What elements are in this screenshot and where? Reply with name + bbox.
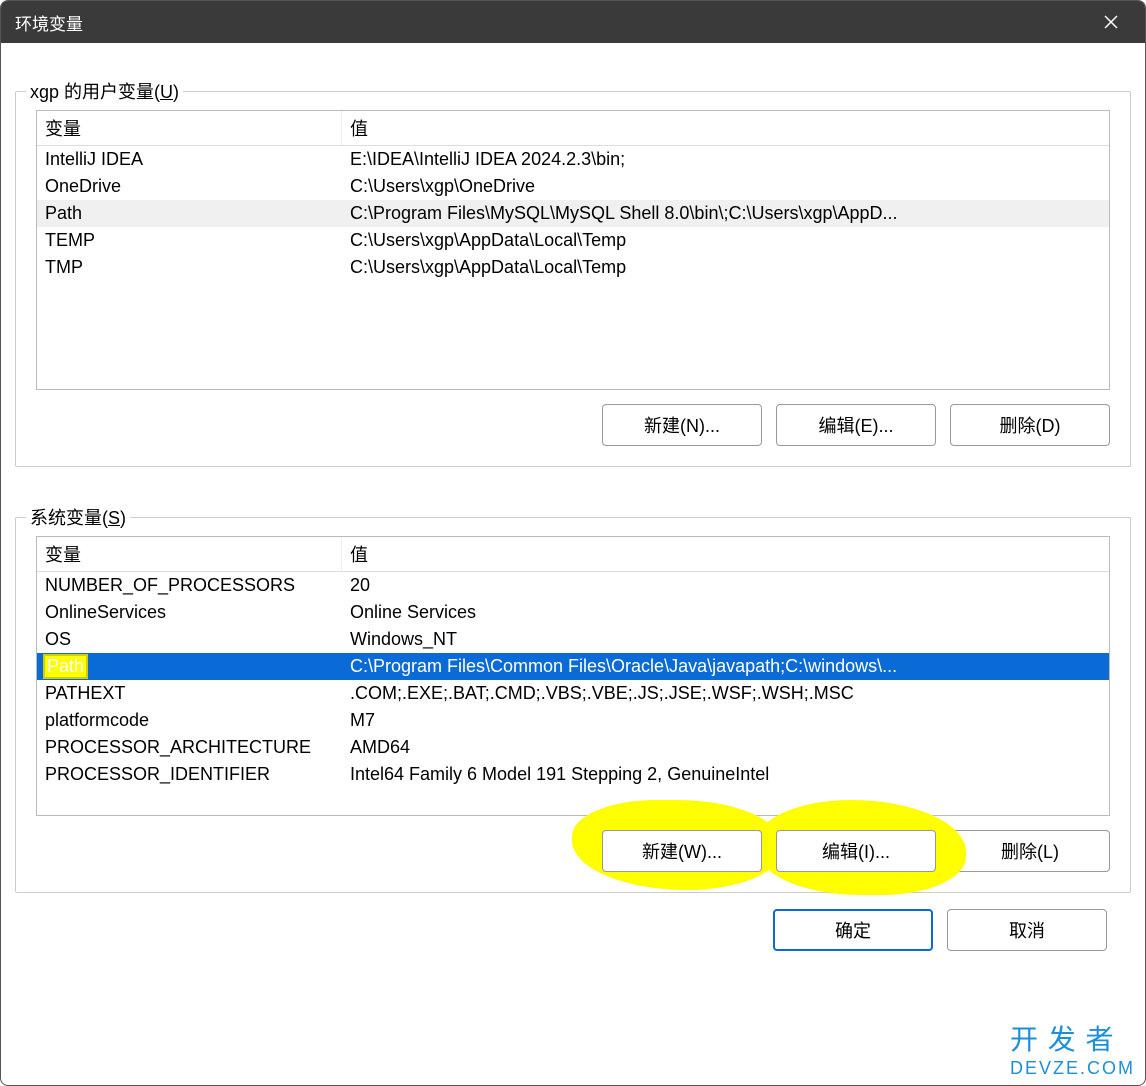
var-value: C:\Program Files\Common Files\Oracle\Jav…: [342, 653, 1109, 680]
table-row[interactable]: OneDriveC:\Users\xgp\OneDrive: [37, 173, 1109, 200]
var-value: C:\Users\xgp\AppData\Local\Temp: [342, 254, 1109, 281]
sys-edit-button[interactable]: 编辑(I)...: [776, 830, 936, 872]
var-value: C:\Program Files\MySQL\MySQL Shell 8.0\b…: [342, 200, 1109, 227]
table-row[interactable]: PROCESSOR_ARCHITECTUREAMD64: [37, 734, 1109, 761]
col-value[interactable]: 值: [342, 111, 1109, 145]
close-icon: [1104, 15, 1118, 29]
table-row[interactable]: IntelliJ IDEAE:\IDEA\IntelliJ IDEA 2024.…: [37, 146, 1109, 173]
var-name: OS: [37, 626, 342, 653]
var-value: E:\IDEA\IntelliJ IDEA 2024.2.3\bin;: [342, 146, 1109, 173]
sys-new-button[interactable]: 新建(W)...: [602, 830, 762, 872]
var-value: Online Services: [342, 599, 1109, 626]
table-row[interactable]: TMPC:\Users\xgp\AppData\Local\Temp: [37, 254, 1109, 281]
user-group-legend: xgp 的用户变量(U): [26, 78, 183, 104]
system-variables-group: 系统变量(S) 变量 值 NUMBER_OF_PROCESSORS20Onlin…: [15, 517, 1131, 893]
user-buttons: 新建(N)... 编辑(E)... 删除(D): [36, 404, 1110, 446]
sys-group-legend: 系统变量(S): [26, 504, 130, 530]
var-name: PATHEXT: [37, 680, 342, 707]
var-name: PROCESSOR_ARCHITECTURE: [37, 734, 342, 761]
system-variables-list[interactable]: 变量 值 NUMBER_OF_PROCESSORS20OnlineService…: [36, 536, 1110, 816]
sys-buttons: 新建(W)... 编辑(I)... 删除(L): [36, 830, 1110, 872]
list-header: 变量 值: [37, 537, 1109, 572]
close-button[interactable]: [1091, 1, 1131, 43]
var-name: OneDrive: [37, 173, 342, 200]
var-name: OnlineServices: [37, 599, 342, 626]
user-new-button[interactable]: 新建(N)...: [602, 404, 762, 446]
user-variables-group: xgp 的用户变量(U) 变量 值 IntelliJ IDEAE:\IDEA\I…: [15, 91, 1131, 467]
dialog-buttons: 确定 取消: [15, 899, 1131, 955]
watermark: 开 发 者 DEVZE.COM: [1010, 1018, 1135, 1079]
var-name: IntelliJ IDEA: [37, 146, 342, 173]
var-value: C:\Users\xgp\OneDrive: [342, 173, 1109, 200]
col-value[interactable]: 值: [342, 537, 1109, 571]
var-name: Path: [37, 200, 342, 227]
var-name: platformcode: [37, 707, 342, 734]
var-value: AMD64: [342, 734, 1109, 761]
table-row[interactable]: PathC:\Program Files\MySQL\MySQL Shell 8…: [37, 200, 1109, 227]
table-row[interactable]: PATHEXT.COM;.EXE;.BAT;.CMD;.VBS;.VBE;.JS…: [37, 680, 1109, 707]
var-value: Windows_NT: [342, 626, 1109, 653]
var-name: TEMP: [37, 227, 342, 254]
table-row[interactable]: TEMPC:\Users\xgp\AppData\Local\Temp: [37, 227, 1109, 254]
var-value: Intel64 Family 6 Model 191 Stepping 2, G…: [342, 761, 1109, 788]
table-row[interactable]: NUMBER_OF_PROCESSORS20: [37, 572, 1109, 599]
titlebar: 环境变量: [1, 1, 1145, 43]
highlight-tag: Path: [45, 656, 86, 677]
var-value: C:\Users\xgp\AppData\Local\Temp: [342, 227, 1109, 254]
env-variables-dialog: 环境变量 xgp 的用户变量(U) 变量 值 IntelliJ IDEAE:\I…: [0, 0, 1146, 1086]
col-variable[interactable]: 变量: [37, 111, 342, 145]
var-name: PROCESSOR_IDENTIFIER: [37, 761, 342, 788]
cancel-button[interactable]: 取消: [947, 909, 1107, 951]
user-variables-list[interactable]: 变量 值 IntelliJ IDEAE:\IDEA\IntelliJ IDEA …: [36, 110, 1110, 390]
var-name: TMP: [37, 254, 342, 281]
user-delete-button[interactable]: 删除(D): [950, 404, 1110, 446]
list-header: 变量 值: [37, 111, 1109, 146]
table-row[interactable]: PROCESSOR_IDENTIFIERIntel64 Family 6 Mod…: [37, 761, 1109, 788]
table-row[interactable]: Path C:\Program Files\Common Files\Oracle…: [37, 653, 1109, 680]
window-title: 环境变量: [15, 10, 83, 35]
var-value: 20: [342, 572, 1109, 599]
var-name: NUMBER_OF_PROCESSORS: [37, 572, 342, 599]
sys-delete-button[interactable]: 删除(L): [950, 830, 1110, 872]
user-edit-button[interactable]: 编辑(E)...: [776, 404, 936, 446]
table-row[interactable]: OSWindows_NT: [37, 626, 1109, 653]
var-name: Path: [37, 653, 342, 680]
col-variable[interactable]: 变量: [37, 537, 342, 571]
var-value: .COM;.EXE;.BAT;.CMD;.VBS;.VBE;.JS;.JSE;.…: [342, 680, 1109, 707]
ok-button[interactable]: 确定: [773, 909, 933, 951]
var-value: M7: [342, 707, 1109, 734]
table-row[interactable]: platformcodeM7: [37, 707, 1109, 734]
table-row[interactable]: OnlineServicesOnline Services: [37, 599, 1109, 626]
